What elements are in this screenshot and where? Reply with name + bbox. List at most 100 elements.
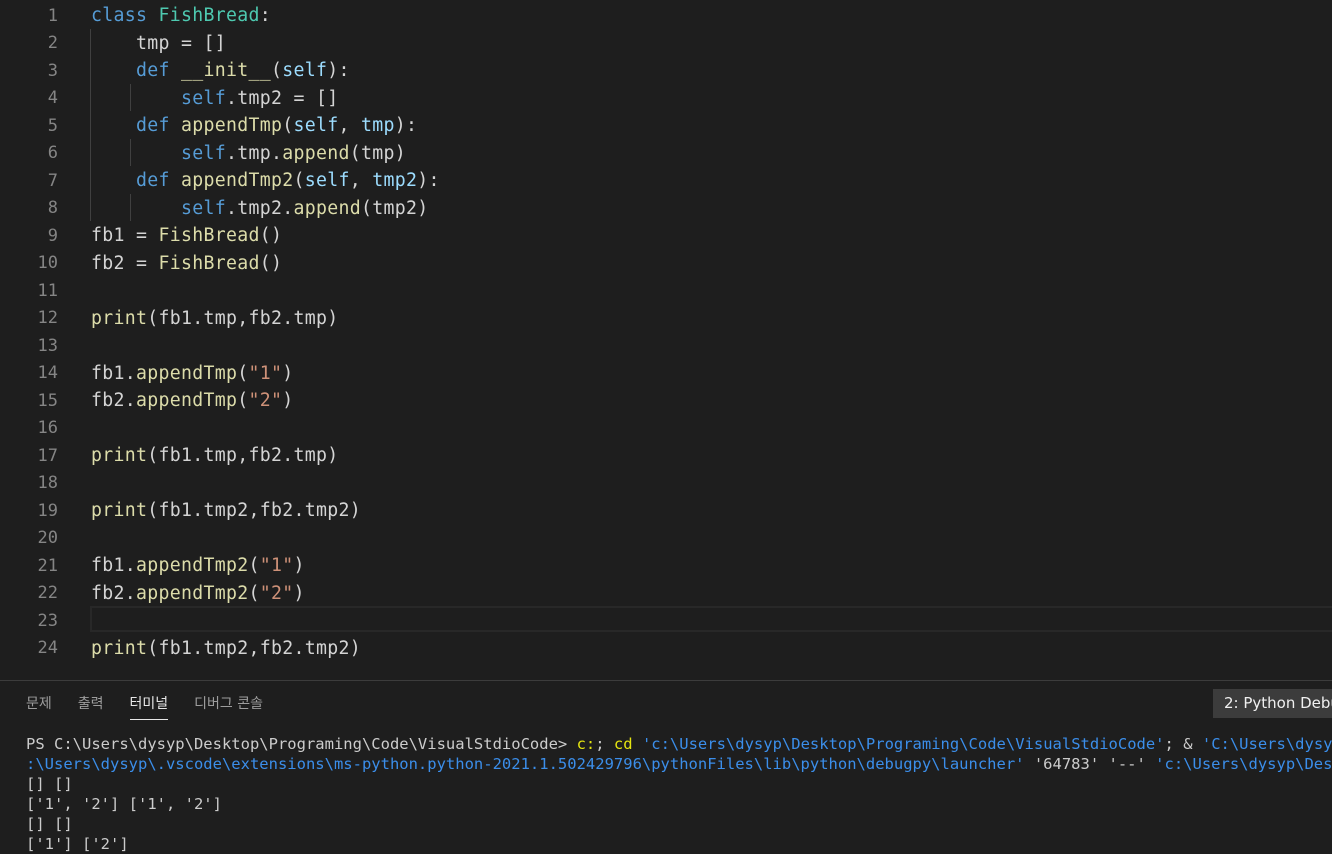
code-token: (fb1.tmp,fb2.tmp)	[147, 445, 339, 467]
code-token: ,	[338, 115, 361, 137]
code-line[interactable]: 3 def __init__(self):	[0, 57, 1332, 85]
code-token: )	[282, 390, 294, 412]
line-number: 11	[37, 280, 58, 301]
code-line[interactable]: 23	[0, 607, 1332, 635]
line-number: 14	[37, 363, 58, 384]
code-token: tmp	[361, 115, 395, 137]
terminal-text: cd	[613, 735, 633, 753]
code-text: tmp = []	[91, 33, 226, 54]
code-token: appendTmp	[136, 390, 238, 412]
code-token: (tmp)	[349, 142, 406, 164]
code-text: fb1.appendTmp("1")	[91, 363, 294, 384]
code-token: (	[248, 555, 260, 577]
code-text: def appendTmp2(self, tmp2):	[91, 170, 440, 191]
code-line[interactable]: 9 fb1 = FishBread()	[0, 222, 1332, 250]
code-token: ()	[259, 252, 283, 274]
code-token: appendTmp	[136, 362, 238, 384]
code-token: class	[91, 5, 159, 27]
code-line[interactable]: 10 fb2 = FishBread()	[0, 250, 1332, 278]
code-line[interactable]: 17 print(fb1.tmp,fb2.tmp)	[0, 442, 1332, 470]
code-token: (	[282, 115, 294, 137]
line-number: 13	[37, 335, 58, 356]
code-token: FishBread	[158, 225, 260, 247]
code-token: print	[91, 445, 148, 467]
code-token: fb2.	[91, 390, 136, 412]
code-line[interactable]: 13	[0, 332, 1332, 360]
terminal-text: :\Users\dysyp\.vscode\extensions\ms-pyth…	[26, 755, 1025, 773]
line-number: 3	[47, 60, 58, 81]
code-token: fb1.	[91, 362, 136, 384]
terminal-line: [] []	[26, 774, 1332, 794]
code-text: self.tmp.append(tmp)	[91, 143, 406, 164]
terminal-output[interactable]: PS C:\Users\dysyp\Desktop\Programing\Cod…	[26, 734, 1332, 854]
code-line[interactable]: 2 tmp = []	[0, 30, 1332, 58]
terminal-select-dropdown[interactable]: 2: Python Debug Console	[1213, 689, 1332, 718]
code-line[interactable]: 20	[0, 525, 1332, 553]
code-token: self	[181, 87, 226, 109]
code-line[interactable]: 24 print(fb1.tmp2,fb2.tmp2)	[0, 635, 1332, 663]
code-line[interactable]: 7 def appendTmp2(self, tmp2):	[0, 167, 1332, 195]
code-line[interactable]: 21 fb1.appendTmp2("1")	[0, 552, 1332, 580]
code-token: __init__	[181, 60, 271, 82]
code-token: .tmp.	[226, 142, 283, 164]
code-line[interactable]: 1 class FishBread:	[0, 2, 1332, 30]
code-token: appendTmp2	[136, 582, 249, 604]
terminal-text: PS C:\Users\dysyp\Desktop\Programing\Cod…	[26, 735, 577, 753]
code-line[interactable]: 16	[0, 415, 1332, 443]
code-line[interactable]: 4 self.tmp2 = []	[0, 85, 1332, 113]
line-number: 17	[37, 445, 58, 466]
code-token: ()	[259, 225, 283, 247]
code-text: print(fb1.tmp2,fb2.tmp2)	[91, 638, 361, 659]
code-token: def	[136, 60, 181, 82]
code-token: self	[304, 170, 350, 192]
bottom-panel: 문제 출력 터미널 디버그 콘솔 2: Python Debug Console PS…	[0, 680, 1332, 854]
code-token: self	[282, 60, 328, 82]
terminal-text: [] []	[26, 775, 73, 793]
code-text: fb1.appendTmp2("1")	[91, 555, 305, 576]
terminal-text: ['1'] ['2']	[26, 835, 129, 853]
code-token: FishBread	[158, 5, 260, 27]
terminal-line: ['1'] ['2']	[26, 834, 1332, 854]
code-token: appendTmp	[181, 115, 283, 137]
code-line[interactable]: 5 def appendTmp(self, tmp):	[0, 112, 1332, 140]
code-token: (fb1.tmp2,fb2.tmp2)	[147, 500, 361, 522]
code-token: append	[293, 197, 361, 219]
code-token: self	[293, 115, 339, 137]
line-number: 7	[47, 170, 58, 191]
code-token: fb1.	[91, 555, 136, 577]
code-editor[interactable]: 1 class FishBread: 2 tmp = [] 3 def __init_…	[0, 0, 1332, 680]
code-token: (fb1.tmp,fb2.tmp)	[147, 307, 339, 329]
code-line[interactable]: 18	[0, 470, 1332, 498]
line-number: 16	[37, 418, 58, 439]
code-token: "1"	[259, 555, 294, 577]
code-line[interactable]: 11	[0, 277, 1332, 305]
panel-tab[interactable]: 문제	[26, 693, 52, 720]
code-text: fb2.appendTmp2("2")	[91, 583, 305, 604]
code-line[interactable]: 6 self.tmp.append(tmp)	[0, 140, 1332, 168]
code-line[interactable]: 8 self.tmp2.append(tmp2)	[0, 195, 1332, 223]
code-text: fb2.appendTmp("2")	[91, 390, 294, 411]
code-token: )	[282, 362, 294, 384]
code-token: tmp2	[372, 170, 418, 192]
code-line[interactable]: 22 fb2.appendTmp2("2")	[0, 580, 1332, 608]
code-line[interactable]: 12 print(fb1.tmp,fb2.tmp)	[0, 305, 1332, 333]
code-line[interactable]: 14 fb1.appendTmp("1")	[0, 360, 1332, 388]
code-token: )	[293, 555, 305, 577]
line-number: 18	[37, 473, 58, 494]
line-number: 9	[47, 225, 58, 246]
code-line[interactable]: 15 fb2.appendTmp("2")	[0, 387, 1332, 415]
code-token: print	[91, 307, 148, 329]
panel-tab[interactable]: 디버그 콘솔	[194, 693, 263, 720]
code-token: fb2.	[91, 582, 136, 604]
code-line[interactable]: 19 print(fb1.tmp2,fb2.tmp2)	[0, 497, 1332, 525]
code-token: "2"	[259, 582, 294, 604]
line-number: 1	[47, 5, 58, 26]
code-token: (	[248, 582, 260, 604]
code-token: :	[259, 5, 271, 27]
panel-tabs: 문제 출력 터미널 디버그 콘솔	[26, 693, 263, 720]
code-text: fb2 = FishBread()	[91, 253, 282, 274]
panel-tab[interactable]: 출력	[78, 693, 104, 720]
panel-tab[interactable]: 터미널	[129, 693, 169, 720]
